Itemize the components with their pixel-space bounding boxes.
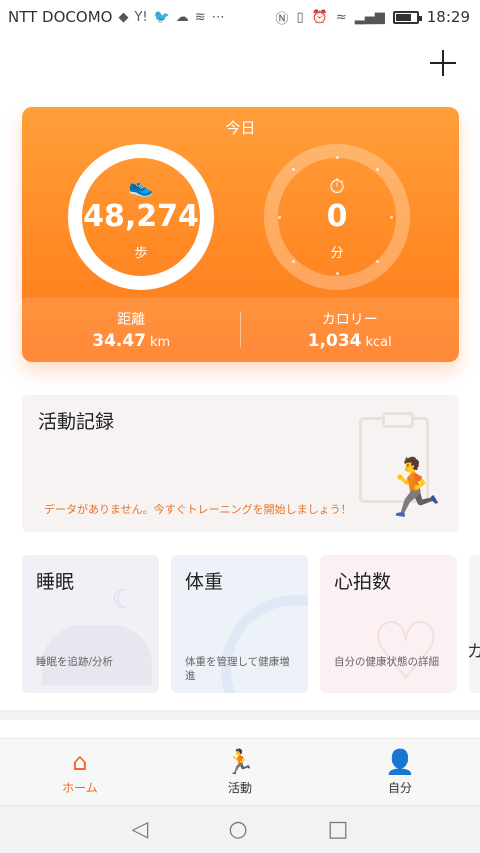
weight-tile[interactable]: 体重 体重を管理して健康増進 bbox=[171, 555, 308, 693]
activity-record-card[interactable]: 活動記録 🏃 データがありません。今すぐトレーニングを開始しましょう！ bbox=[22, 395, 459, 532]
wifi-icon: ≈ bbox=[335, 9, 347, 25]
battery-icon bbox=[392, 10, 422, 24]
status-bar: NTT DOCOMO ◆ Y! 🐦 ☁ ≋ ⋯ Ⓝ ▯ ⏰ ≈ ▂▄▆ 18:2… bbox=[0, 0, 480, 34]
signal-4g-icon: ▂▄▆ bbox=[354, 9, 385, 25]
steps-unit: 歩 bbox=[134, 245, 148, 261]
stopwatch-icon: ⏱ bbox=[329, 173, 345, 198]
nav-me-label: 自分 bbox=[387, 781, 412, 795]
distance-value: 34.47 bbox=[92, 331, 147, 351]
minutes-value: 0 bbox=[326, 198, 348, 234]
nav-activity[interactable]: 🏃 活動 bbox=[160, 739, 320, 805]
health-tiles: ☾ 睡眠 睡眠を追跡/分析 体重 体重を管理して健康増進 ♡ 心拍数 自分の健康… bbox=[22, 555, 480, 693]
nav-activity-label: 活動 bbox=[227, 781, 252, 795]
activity-title: 活動記録 bbox=[38, 411, 115, 433]
vibrate-icon: ▯ bbox=[296, 9, 304, 25]
partial-tile-title: カ bbox=[469, 642, 480, 662]
distance-stat: 距離 34.47 km bbox=[22, 298, 241, 362]
today-summary-card[interactable]: 今日 👟 48,274 歩 ⏱ 0 分 距離 34.47 km カロリー 1,03… bbox=[22, 107, 459, 362]
heart-rate-desc: 自分の健康状態の詳細 bbox=[334, 656, 439, 668]
minutes-ring[interactable]: ⏱ 0 分 bbox=[264, 144, 410, 290]
distance-unit: km bbox=[150, 335, 171, 350]
plus-icon[interactable] bbox=[430, 50, 456, 76]
yahoo-icon: Y! bbox=[134, 9, 148, 25]
alarm-icon: ⏰ bbox=[311, 9, 328, 25]
running-figure-icon: 🏃 bbox=[379, 456, 449, 521]
nav-home-label: ホーム bbox=[62, 781, 98, 795]
sleep-desc: 睡眠を追跡/分析 bbox=[36, 656, 114, 668]
nfc-icon: Ⓝ bbox=[275, 11, 289, 27]
running-icon: 🏃 bbox=[225, 748, 255, 776]
card-stats-row: 距離 34.47 km カロリー 1,034 kcal bbox=[22, 298, 459, 362]
stat-divider bbox=[240, 312, 241, 348]
weight-title: 体重 bbox=[185, 571, 224, 593]
person-icon: 👤 bbox=[385, 748, 415, 776]
carrier-label: NTT DOCOMO bbox=[8, 8, 113, 26]
distance-label: 距離 bbox=[117, 312, 146, 328]
heart-icon: ♡ bbox=[370, 605, 442, 693]
heart-rate-title: 心拍数 bbox=[334, 571, 392, 593]
calorie-tile-partial[interactable]: カ bbox=[469, 555, 480, 693]
cube-icon: ◆ bbox=[118, 9, 129, 25]
section-separator bbox=[0, 710, 480, 720]
minutes-unit: 分 bbox=[330, 245, 344, 261]
today-title: 今日 bbox=[225, 119, 256, 137]
weight-desc: 体重を管理して健康増進 bbox=[185, 656, 290, 682]
steps-ring[interactable]: 👟 48,274 歩 bbox=[68, 144, 214, 290]
steps-value: 48,274 bbox=[83, 198, 199, 234]
nav-home[interactable]: ⌂ ホーム bbox=[0, 739, 160, 805]
calories-stat: カロリー 1,034 kcal bbox=[241, 298, 460, 362]
system-navigation: ◁ ○ □ bbox=[0, 805, 480, 853]
clock: 18:29 bbox=[426, 8, 470, 26]
wifi-calling-icon: ≋ bbox=[194, 9, 206, 25]
nav-me[interactable]: 👤 自分 bbox=[320, 739, 480, 805]
home-circle-icon[interactable]: ○ bbox=[228, 817, 247, 842]
home-icon: ⌂ bbox=[72, 748, 88, 776]
sleep-tile[interactable]: ☾ 睡眠 睡眠を追跡/分析 bbox=[22, 555, 159, 693]
activity-empty-message: データがありません。今すぐトレーニングを開始しましょう！ bbox=[44, 503, 352, 516]
calories-unit: kcal bbox=[365, 335, 392, 350]
twitter-icon: 🐦 bbox=[153, 9, 170, 25]
sleep-title: 睡眠 bbox=[36, 571, 75, 593]
recents-icon[interactable]: □ bbox=[328, 817, 349, 842]
shoe-icon: 👟 bbox=[128, 173, 154, 198]
more-dots-icon: ⋯ bbox=[211, 9, 225, 25]
heart-rate-tile[interactable]: ♡ 心拍数 自分の健康状態の詳細 bbox=[320, 555, 457, 693]
calories-value: 1,034 bbox=[307, 331, 362, 351]
cloud-icon: ☁ bbox=[175, 9, 189, 25]
calories-label: カロリー bbox=[321, 312, 378, 328]
back-icon[interactable]: ◁ bbox=[132, 817, 149, 842]
moon-icon: ☾ bbox=[111, 585, 135, 615]
bottom-navigation: ⌂ ホーム 🏃 活動 👤 自分 bbox=[0, 738, 480, 805]
